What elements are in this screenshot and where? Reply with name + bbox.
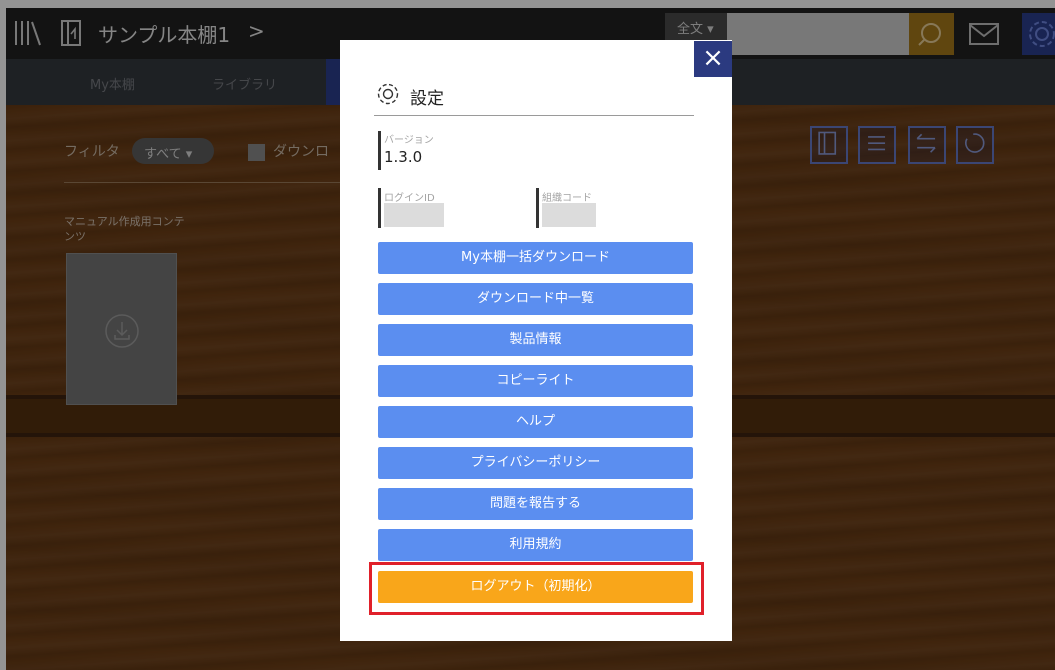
field-marker bbox=[378, 131, 381, 170]
highlight-annotation bbox=[369, 562, 704, 615]
login-id-label: ログインID bbox=[384, 193, 435, 204]
field-marker bbox=[536, 188, 539, 228]
dialog-title: 設定 bbox=[410, 89, 444, 109]
help-button[interactable]: ヘルプ bbox=[378, 406, 693, 438]
terms-button[interactable]: 利用規約 bbox=[378, 529, 693, 561]
field-marker bbox=[378, 188, 381, 228]
copyright-button[interactable]: コピーライト bbox=[378, 365, 693, 397]
version-label: バージョン bbox=[384, 135, 434, 146]
app-root: サンプル本棚1 > 全文 ▾ My本棚 ライブラリ フィルタ すべて ▾ ダウン… bbox=[0, 0, 1055, 670]
bulk-download-button[interactable]: My本棚一括ダウンロード bbox=[378, 242, 693, 274]
org-code-value bbox=[542, 203, 596, 227]
title-divider bbox=[374, 115, 694, 116]
version-value: 1.3.0 bbox=[384, 148, 423, 166]
report-problem-button[interactable]: 問題を報告する bbox=[378, 488, 693, 520]
login-id-value bbox=[384, 203, 444, 227]
gear-icon bbox=[377, 83, 399, 105]
privacy-policy-button[interactable]: プライバシーポリシー bbox=[378, 447, 693, 479]
download-list-button[interactable]: ダウンロード中一覧 bbox=[378, 283, 693, 315]
product-info-button[interactable]: 製品情報 bbox=[378, 324, 693, 356]
org-code-label: 組織コード bbox=[542, 193, 592, 204]
close-button[interactable]: × bbox=[694, 41, 732, 77]
